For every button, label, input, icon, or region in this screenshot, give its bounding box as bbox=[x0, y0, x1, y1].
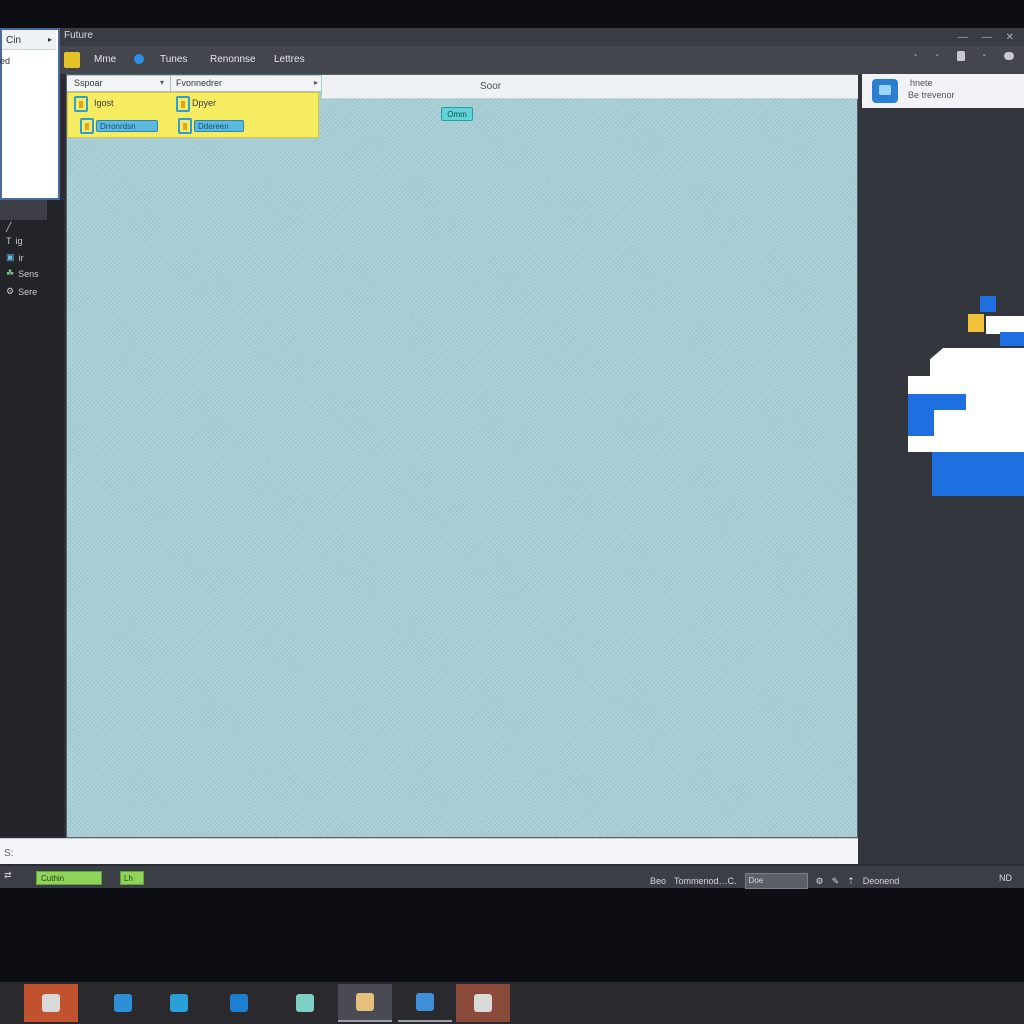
blocks-illustration bbox=[900, 290, 1024, 510]
sidebar-item-label: ir bbox=[18, 252, 24, 263]
file-icon bbox=[176, 96, 190, 112]
status-label: Beo bbox=[650, 876, 667, 886]
taskbar-app-1[interactable] bbox=[24, 984, 78, 1022]
status-label: Deonend bbox=[862, 876, 900, 886]
status-label: Tommenod…C. bbox=[674, 876, 737, 886]
app-icon bbox=[474, 994, 492, 1012]
dropdown-title: Cin bbox=[6, 35, 22, 46]
menu-item-tunes[interactable]: Tunes bbox=[160, 54, 187, 65]
notification-title: hnete bbox=[910, 78, 933, 88]
sidebar-item-label: ig bbox=[15, 236, 23, 246]
sidebar-header bbox=[0, 200, 47, 220]
illustration-block bbox=[980, 296, 996, 312]
taskbar-app-6[interactable] bbox=[338, 984, 392, 1022]
minimize-button[interactable]: — bbox=[958, 32, 968, 43]
sidebar-item-sens[interactable]: ☘ Sens bbox=[6, 268, 39, 279]
dash-icon[interactable]: - bbox=[914, 50, 917, 61]
status-end-label: ND bbox=[999, 873, 1012, 883]
taskbar-app-5[interactable] bbox=[278, 984, 332, 1022]
app-icon bbox=[296, 994, 314, 1012]
illustration-block bbox=[908, 410, 934, 436]
app-icon bbox=[170, 994, 188, 1012]
pen-icon: ╱ bbox=[6, 222, 12, 232]
gear-icon[interactable]: ⚙ bbox=[816, 876, 824, 887]
dash-icon[interactable]: - bbox=[935, 50, 938, 61]
file-icon bbox=[80, 118, 94, 134]
canvas-search-label[interactable]: Soor bbox=[480, 81, 501, 92]
input-prompt: S: bbox=[4, 848, 14, 859]
app-icon bbox=[230, 994, 248, 1012]
menu-item-letters[interactable]: Lettres bbox=[274, 54, 305, 65]
image-icon: ▣ bbox=[6, 252, 15, 262]
menu-right-icons: - - - bbox=[914, 50, 1014, 61]
illustration-block bbox=[908, 394, 966, 410]
text-icon: T bbox=[6, 236, 12, 246]
illustration-block bbox=[930, 348, 1024, 376]
sidebar-item-sere[interactable]: ⚙ Sere bbox=[6, 286, 37, 297]
taskbar-app-8[interactable] bbox=[456, 984, 510, 1022]
column-divider bbox=[170, 76, 171, 92]
maximize-button[interactable]: — bbox=[982, 32, 992, 43]
gear-icon: ⚙ bbox=[6, 286, 15, 296]
sidebar-item-image[interactable]: ▣ ir bbox=[6, 252, 24, 263]
window-title: Future bbox=[64, 30, 93, 41]
illustration-block bbox=[968, 314, 984, 332]
status-progress[interactable]: Cuthin bbox=[36, 871, 102, 885]
row-label[interactable]: Igost bbox=[94, 98, 114, 108]
menu-item-file[interactable]: Mme bbox=[94, 54, 116, 65]
app-icon bbox=[42, 994, 60, 1012]
app-icon bbox=[416, 993, 434, 1011]
sidebar-item-pen[interactable]: ╱ bbox=[6, 222, 11, 233]
link-icon[interactable]: ⇄ bbox=[4, 870, 18, 882]
app-logo-icon bbox=[64, 52, 80, 68]
pin-icon[interactable]: ✎ bbox=[832, 876, 840, 887]
status-field[interactable]: Doe bbox=[744, 873, 808, 889]
command-input[interactable] bbox=[0, 838, 858, 864]
illustration-block bbox=[932, 452, 1024, 496]
taskbar-app-2[interactable] bbox=[96, 984, 150, 1022]
menu-bar bbox=[0, 46, 1024, 74]
row-chip[interactable]: Ddereen bbox=[194, 120, 244, 132]
chat-icon bbox=[872, 79, 898, 103]
sidebar-item-text[interactable]: T ig bbox=[6, 236, 23, 246]
chevron-right-icon[interactable]: ▸ bbox=[48, 35, 52, 44]
status-right-group: Beo Tommenod…C. Doe ⚙ ✎ ⇡ Deonend bbox=[650, 873, 899, 889]
title-bar bbox=[0, 28, 1024, 46]
cloud-icon[interactable] bbox=[1004, 51, 1014, 60]
menu-item-resources[interactable]: Renonnse bbox=[210, 54, 256, 65]
canvas-tag[interactable]: Omm bbox=[441, 107, 473, 121]
taskbar-app-3[interactable] bbox=[152, 984, 206, 1022]
row-label[interactable]: Dpyer bbox=[192, 98, 216, 108]
status-badge[interactable]: Lh bbox=[120, 871, 144, 885]
file-icon bbox=[178, 118, 192, 134]
notification-subtitle: Be trevenor bbox=[908, 90, 955, 100]
lock-icon[interactable] bbox=[956, 50, 965, 61]
file-icon bbox=[74, 96, 88, 112]
taskbar-app-4[interactable] bbox=[212, 984, 266, 1022]
taskbar-app-7[interactable] bbox=[398, 984, 452, 1022]
sidebar-item-label: Sens bbox=[18, 268, 39, 279]
leaf-icon: ☘ bbox=[6, 268, 15, 278]
column-header-1[interactable]: Sspoar bbox=[74, 78, 103, 88]
row-chip[interactable]: Drronrdsn bbox=[96, 120, 158, 132]
chevron-down-icon[interactable]: ▾ bbox=[160, 78, 164, 87]
dropdown-popup[interactable] bbox=[0, 28, 60, 200]
close-button[interactable]: ✕ bbox=[1006, 32, 1014, 43]
illustration-block bbox=[1000, 332, 1024, 346]
dash-icon[interactable]: - bbox=[983, 50, 986, 61]
chevron-down-icon[interactable]: ▸ bbox=[314, 78, 318, 87]
sidebar-item-label: Sere bbox=[18, 286, 38, 297]
canvas-header bbox=[322, 75, 858, 99]
window-controls: — — ✕ bbox=[958, 28, 1014, 46]
app-icon bbox=[356, 993, 374, 1011]
arrow-icon[interactable]: ⇡ bbox=[847, 876, 855, 887]
globe-icon[interactable] bbox=[134, 54, 144, 64]
main-canvas[interactable] bbox=[66, 74, 858, 838]
app-icon bbox=[114, 994, 132, 1012]
column-header-2[interactable]: Fvonnedrer bbox=[176, 78, 222, 88]
dropdown-item[interactable]: ed bbox=[0, 56, 10, 66]
